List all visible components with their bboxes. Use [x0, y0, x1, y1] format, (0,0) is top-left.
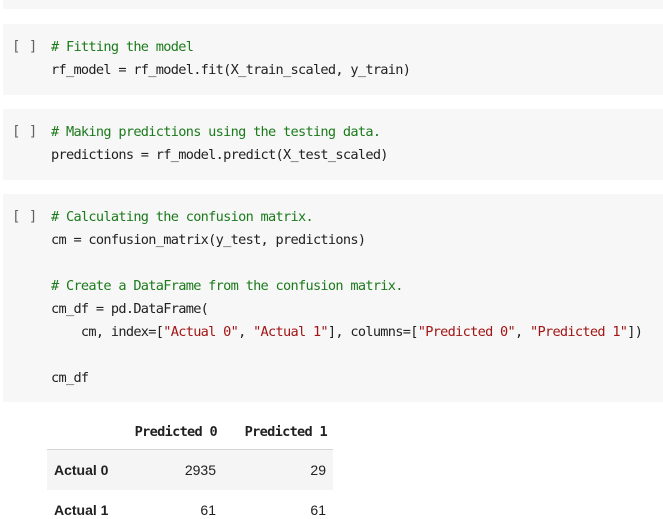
code-cell-fit[interactable]: [ ] # Fitting the model rf_model = rf_mod…: [3, 24, 663, 95]
code-comment: # Fitting the model: [51, 39, 194, 55]
code-line: predictions = rf_model.predict(X_test_sc…: [51, 144, 388, 167]
dataframe-output: Predicted 0 Predicted 1 Actual 0 2935 29…: [47, 415, 333, 519]
code-editor[interactable]: # Fitting the model rf_model = rf_model.f…: [51, 36, 411, 82]
code-line: # Calculating the confusion matrix.: [51, 206, 642, 229]
run-cell-button[interactable]: [ ]: [12, 121, 37, 144]
code-token: ,: [515, 324, 530, 340]
code-editor[interactable]: # Making predictions using the testing d…: [51, 121, 388, 167]
code-editor[interactable]: # Calculating the confusion matrix. cm = …: [51, 206, 643, 390]
table-cell: 29: [223, 449, 333, 490]
code-line: cm = confusion_matrix(y_test, prediction…: [51, 229, 642, 252]
code-line: # Create a DataFrame from the confusion …: [51, 275, 642, 298]
code-token: cm, index=[: [51, 324, 164, 340]
code-token: ,: [238, 324, 254, 340]
code-line: rf_model = rf_model.fit(X_train_scaled, …: [51, 59, 411, 82]
table-corner: [47, 415, 111, 450]
code-cell-confusion-matrix[interactable]: [ ] # Calculating the confusion matrix. c…: [3, 194, 663, 402]
table-row: Actual 1 61 61: [47, 490, 333, 519]
code-token: ]): [627, 324, 643, 340]
code-cell-predict[interactable]: [ ] # Making predictions using the testi…: [3, 109, 663, 180]
run-cell-button[interactable]: [ ]: [12, 36, 37, 59]
row-header: Actual 0: [47, 449, 111, 490]
column-header: Predicted 1: [223, 415, 333, 450]
top-cell-fragment: [3, 0, 663, 9]
table-cell: 61: [111, 490, 223, 519]
code-token: ], columns=[: [327, 324, 419, 340]
table-cell: 61: [223, 490, 333, 519]
code-string: "Actual 0": [163, 324, 239, 340]
code-comment: # Calculating the confusion matrix.: [51, 209, 314, 225]
code-line: cm, index=["Actual 0", "Actual 1"], colu…: [51, 321, 643, 344]
run-cell-button[interactable]: [ ]: [12, 206, 37, 229]
code-token: rf_model = rf_model.fit(X_train_scaled, …: [51, 62, 411, 78]
code-line: cm_df = pd.DataFrame(: [51, 298, 642, 321]
code-comment: # Create a DataFrame from the confusion …: [51, 278, 403, 294]
column-header: Predicted 0: [111, 415, 223, 450]
code-string: "Predicted 1": [530, 324, 628, 340]
table-header-row: Predicted 0 Predicted 1: [47, 415, 333, 450]
code-string: "Predicted 0": [417, 324, 516, 340]
code-line: # Fitting the model: [51, 36, 410, 59]
code-line: # Making predictions using the testing d…: [51, 121, 388, 144]
code-token: predictions = rf_model.predict(X_test_sc…: [51, 147, 388, 163]
code-string: "Actual 1": [253, 324, 329, 340]
code-token: cm_df = pd.DataFrame(: [51, 301, 209, 317]
code-token: cm = confusion_matrix(y_test, prediction…: [51, 232, 366, 248]
row-header: Actual 1: [47, 490, 111, 519]
table-cell: 2935: [111, 449, 223, 490]
code-line: cm_df: [51, 367, 642, 390]
code-token: cm_df: [51, 370, 89, 386]
table-row: Actual 0 2935 29: [47, 449, 333, 490]
code-comment: # Making predictions using the testing d…: [51, 124, 381, 140]
